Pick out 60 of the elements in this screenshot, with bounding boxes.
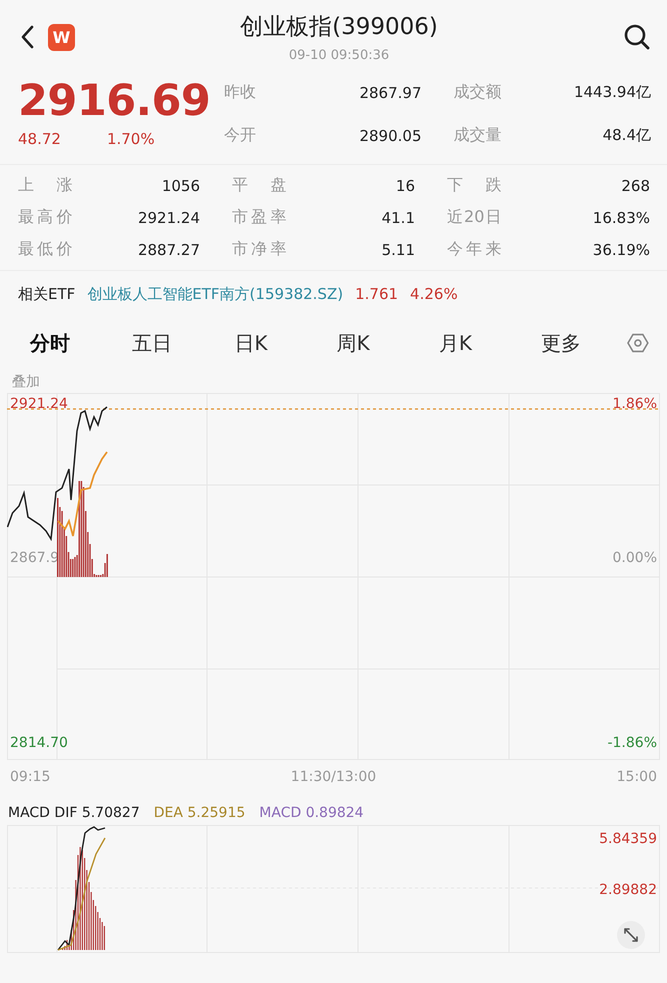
search-icon[interactable] xyxy=(623,23,651,51)
chart-tab[interactable]: 周K xyxy=(320,324,423,362)
stat-value: 268 xyxy=(621,176,650,194)
chart-tab[interactable]: 五日 xyxy=(116,324,218,362)
macd-dea-label: DEA 5.25915 xyxy=(154,805,246,821)
stat-value: 36.19% xyxy=(592,240,650,258)
stat-label: 近20日 xyxy=(447,207,502,228)
high-price-label: 2921.24 xyxy=(10,396,68,412)
price-change: 48.72 xyxy=(18,130,61,148)
stat-label: 下跌 xyxy=(447,175,502,196)
stat-label: 最高价 xyxy=(18,207,72,228)
timestamp: 09-10 09:50:36 xyxy=(288,48,390,63)
back-icon[interactable] xyxy=(20,25,34,49)
chart-tab[interactable]: 分时 xyxy=(14,324,116,362)
time-axis-label: 09:15 xyxy=(10,769,50,787)
low-price-label: 2814.70 xyxy=(10,735,68,751)
stat-label: 今开 xyxy=(224,125,256,146)
chart-tab[interactable]: 日K xyxy=(218,324,321,362)
stat-value: 1056 xyxy=(162,176,200,194)
chart-tab[interactable]: 月K xyxy=(422,324,526,362)
macd-upper-label: 5.84359 xyxy=(599,831,657,847)
stat-label: 成交量 xyxy=(454,125,502,146)
high-percent-label: 1.86% xyxy=(612,396,657,412)
etf-label: 相关ETF xyxy=(18,284,76,304)
etf-change: 4.26% xyxy=(410,285,458,303)
settings-icon[interactable] xyxy=(627,332,650,354)
etf-price: 1.761 xyxy=(355,285,398,303)
stat-value: 41.1 xyxy=(382,208,415,226)
stat-value: 16.83% xyxy=(592,208,650,226)
macd-middle-label: 2.89882 xyxy=(599,882,657,898)
time-axis-label: 11:30/13:00 xyxy=(290,769,376,787)
macd-value-label: MACD 0.89824 xyxy=(259,805,364,821)
app-logo[interactable]: W xyxy=(48,24,75,50)
stat-label: 市净率 xyxy=(232,239,286,260)
current-price: 2916.69 xyxy=(18,76,212,126)
expand-icon[interactable] xyxy=(617,921,645,949)
etf-link[interactable]: 创业板人工智能ETF南方(159382.SZ) xyxy=(87,284,344,304)
stat-label: 上涨 xyxy=(18,175,72,196)
stat-value: 48.4亿 xyxy=(602,126,651,145)
stat-label: 成交额 xyxy=(454,82,502,103)
low-percent-label: -1.86% xyxy=(607,735,657,751)
time-axis-label: 15:00 xyxy=(616,769,657,787)
stat-value: 2867.97 xyxy=(359,84,422,102)
stat-value: 16 xyxy=(396,176,415,194)
stat-label: 平盘 xyxy=(232,175,286,196)
macd-dif-label: MACD DIF 5.70827 xyxy=(8,805,140,821)
stat-label: 最低价 xyxy=(18,239,72,260)
stat-label: 昨收 xyxy=(224,82,256,103)
chart-tab[interactable]: 更多 xyxy=(525,324,628,362)
stat-value: 2921.24 xyxy=(138,208,200,226)
stat-value: 5.11 xyxy=(382,240,415,258)
base-price-label: 2867.9 xyxy=(10,550,59,566)
base-percent-label: 0.00% xyxy=(612,550,657,566)
index-title: 创业板指(399006) xyxy=(240,13,438,42)
percent-change: 1.70% xyxy=(106,130,155,148)
stat-label: 市盈率 xyxy=(232,207,286,228)
stat-value: 2890.05 xyxy=(359,126,422,144)
stat-label: 今年来 xyxy=(447,239,502,260)
stat-value: 1443.94亿 xyxy=(574,83,651,102)
stat-value: 2887.27 xyxy=(138,240,200,258)
